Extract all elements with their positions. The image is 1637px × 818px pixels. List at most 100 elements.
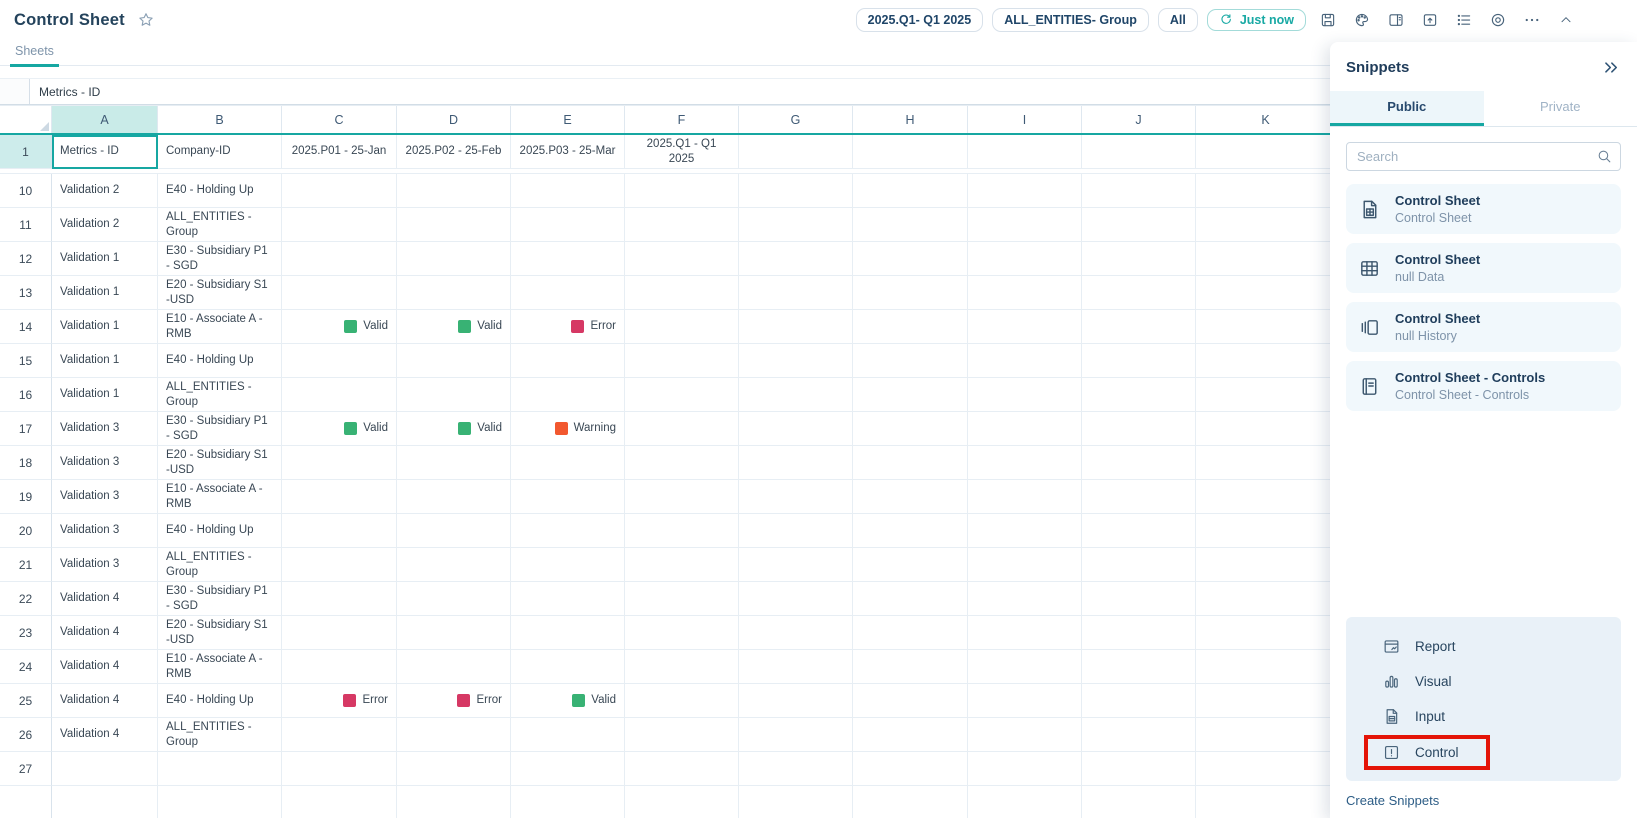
column-header-I[interactable]: I — [968, 106, 1082, 133]
cell-Bx[interactable] — [158, 786, 282, 818]
column-header-K[interactable]: K — [1196, 106, 1336, 133]
cell-G12[interactable] — [739, 242, 853, 276]
cell-C24[interactable] — [282, 650, 397, 684]
cell-C20[interactable] — [282, 514, 397, 548]
action-report[interactable]: Report — [1356, 629, 1611, 664]
cell-C18[interactable] — [282, 446, 397, 480]
snippet-card-1[interactable]: Control SheetControl Sheet — [1346, 184, 1621, 234]
row-header-partial[interactable] — [0, 786, 52, 818]
cell-G19[interactable] — [739, 480, 853, 514]
cell-H18[interactable] — [853, 446, 968, 480]
cell-A19[interactable]: Validation 3 — [52, 480, 158, 514]
cell-C26[interactable] — [282, 718, 397, 752]
cell-D1[interactable]: 2025.P02 - 25-Feb — [397, 135, 511, 169]
cell-B19[interactable]: E10 - Associate A - RMB — [158, 480, 282, 514]
all-filter-button[interactable]: All — [1158, 8, 1198, 32]
cell-B20[interactable]: E40 - Holding Up — [158, 514, 282, 548]
cell-I20[interactable] — [968, 514, 1082, 548]
cell-K12[interactable] — [1196, 242, 1336, 276]
cell-H1[interactable] — [853, 135, 968, 169]
row-header-19[interactable]: 19 — [0, 480, 52, 514]
cell-C22[interactable] — [282, 582, 397, 616]
row-header-24[interactable]: 24 — [0, 650, 52, 684]
cell-F13[interactable] — [625, 276, 739, 310]
cell-H25[interactable] — [853, 684, 968, 718]
cell-H19[interactable] — [853, 480, 968, 514]
cell-E13[interactable] — [511, 276, 625, 310]
cell-I25[interactable] — [968, 684, 1082, 718]
row-header-21[interactable]: 21 — [0, 548, 52, 582]
cell-B13[interactable]: E20 - Subsidiary S1 -USD — [158, 276, 282, 310]
cell-I12[interactable] — [968, 242, 1082, 276]
cell-E16[interactable] — [511, 378, 625, 412]
cell-A14[interactable]: Validation 1 — [52, 310, 158, 344]
cell-H20[interactable] — [853, 514, 968, 548]
cell-I21[interactable] — [968, 548, 1082, 582]
cell-H22[interactable] — [853, 582, 968, 616]
cell-G27[interactable] — [739, 752, 853, 786]
cell-E14[interactable]: Error — [511, 310, 625, 344]
cell-G22[interactable] — [739, 582, 853, 616]
cell-K27[interactable] — [1196, 752, 1336, 786]
cell-H10[interactable] — [853, 174, 968, 208]
column-header-C[interactable]: C — [282, 106, 397, 133]
create-snippets-link[interactable]: Create Snippets — [1346, 793, 1621, 808]
select-all-corner[interactable] — [0, 106, 52, 133]
cell-H14[interactable] — [853, 310, 968, 344]
cell-G15[interactable] — [739, 344, 853, 378]
cell-J12[interactable] — [1082, 242, 1196, 276]
cell-J21[interactable] — [1082, 548, 1196, 582]
cell-F25[interactable] — [625, 684, 739, 718]
cell-C12[interactable] — [282, 242, 397, 276]
cell-C21[interactable] — [282, 548, 397, 582]
row-header-16[interactable]: 16 — [0, 378, 52, 412]
cell-J20[interactable] — [1082, 514, 1196, 548]
cell-C11[interactable] — [282, 208, 397, 242]
cell-J16[interactable] — [1082, 378, 1196, 412]
cell-J27[interactable] — [1082, 752, 1196, 786]
cell-I22[interactable] — [968, 582, 1082, 616]
cell-G18[interactable] — [739, 446, 853, 480]
cell-B12[interactable]: E30 - Subsidiary P1 - SGD — [158, 242, 282, 276]
cell-E21[interactable] — [511, 548, 625, 582]
cell-G14[interactable] — [739, 310, 853, 344]
row-header-12[interactable]: 12 — [0, 242, 52, 276]
cell-I11[interactable] — [968, 208, 1082, 242]
column-header-H[interactable]: H — [853, 106, 968, 133]
cell-D15[interactable] — [397, 344, 511, 378]
visibility-icon[interactable] — [1485, 8, 1510, 33]
action-visual[interactable]: Visual — [1356, 664, 1611, 699]
cell-D10[interactable] — [397, 174, 511, 208]
row-header-20[interactable]: 20 — [0, 514, 52, 548]
cell-F22[interactable] — [625, 582, 739, 616]
double-chevron-right-icon[interactable] — [1602, 58, 1621, 77]
cell-K17[interactable] — [1196, 412, 1336, 446]
cell-Dx[interactable] — [397, 786, 511, 818]
row-header-11[interactable]: 11 — [0, 208, 52, 242]
tab-sheets[interactable]: Sheets — [13, 40, 56, 66]
cell-C1[interactable]: 2025.P01 - 25-Jan — [282, 135, 397, 169]
cell-J17[interactable] — [1082, 412, 1196, 446]
cell-I14[interactable] — [968, 310, 1082, 344]
entity-filter-button[interactable]: ALL_ENTITIES- Group — [992, 8, 1149, 32]
cell-Ix[interactable] — [968, 786, 1082, 818]
cell-G10[interactable] — [739, 174, 853, 208]
cell-K1[interactable] — [1196, 135, 1336, 169]
formula-value[interactable]: Metrics - ID — [30, 85, 100, 99]
cell-I24[interactable] — [968, 650, 1082, 684]
cell-H11[interactable] — [853, 208, 968, 242]
cell-G24[interactable] — [739, 650, 853, 684]
cell-K21[interactable] — [1196, 548, 1336, 582]
cell-J15[interactable] — [1082, 344, 1196, 378]
cell-F19[interactable] — [625, 480, 739, 514]
cell-B25[interactable]: E40 - Holding Up — [158, 684, 282, 718]
cell-F11[interactable] — [625, 208, 739, 242]
cell-F1[interactable]: 2025.Q1 - Q1 2025 — [625, 135, 739, 169]
cell-F23[interactable] — [625, 616, 739, 650]
cell-D19[interactable] — [397, 480, 511, 514]
cell-E19[interactable] — [511, 480, 625, 514]
cell-B1[interactable]: Company-ID — [158, 135, 282, 169]
column-header-E[interactable]: E — [511, 106, 625, 133]
snippet-card-3[interactable]: Control Sheetnull History — [1346, 302, 1621, 352]
row-header-14[interactable]: 14 — [0, 310, 52, 344]
